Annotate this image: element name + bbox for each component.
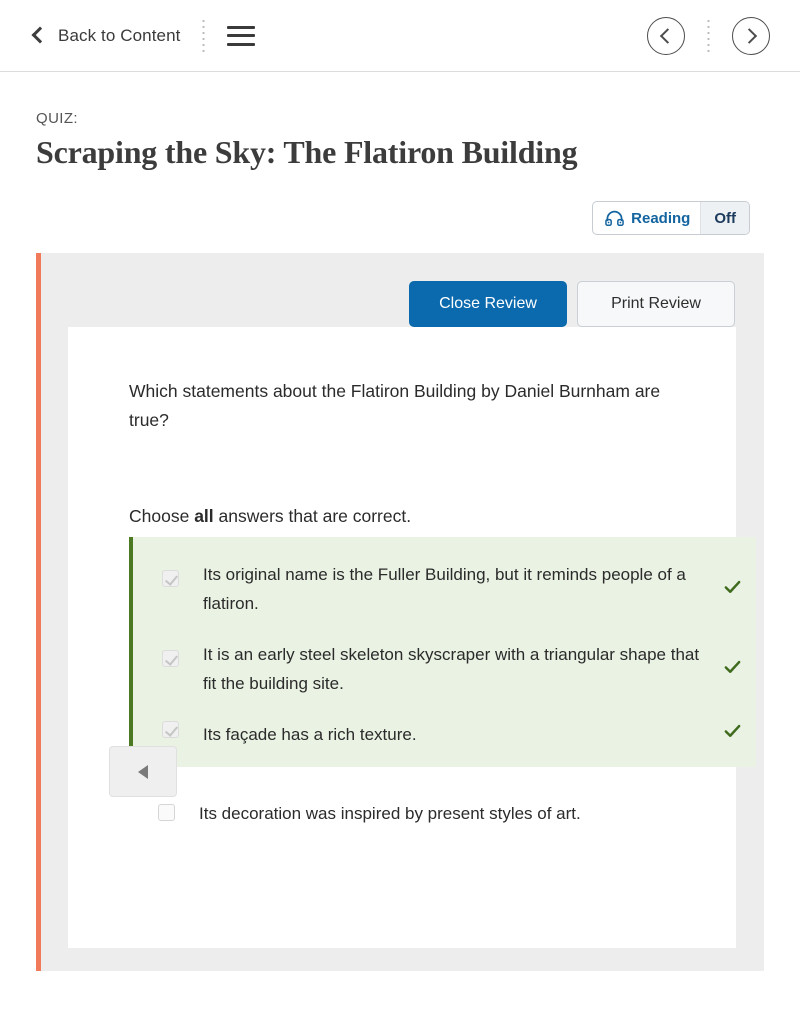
triangle-left-icon (138, 764, 148, 779)
chevron-left-icon (30, 25, 46, 47)
hamburger-line (227, 34, 256, 37)
dotted-divider (707, 17, 710, 54)
question-instruction: Choose all answers that are correct. (129, 506, 411, 527)
correct-answers-group: Its original name is the Fuller Building… (129, 537, 756, 767)
answer-option-label: Its original name is the Fuller Building… (203, 565, 686, 613)
answer-option[interactable]: It is an early steel skeleton skyscraper… (133, 627, 756, 707)
instruction-suffix: answers that are correct. (213, 506, 412, 526)
answer-option-label: Its façade has a rich texture. (203, 725, 417, 744)
correct-check-icon (723, 578, 742, 597)
topbar-left-group: Back to Content (30, 17, 256, 54)
question-card: Which statements about the Flatiron Buil… (68, 327, 756, 948)
answer-option[interactable]: Its façade has a rich texture. (133, 707, 756, 755)
review-container: Close Review Print Review Which statemen… (36, 253, 764, 971)
correct-check-icon (723, 658, 742, 677)
correct-check-icon (723, 722, 742, 741)
circle-chevron-right-icon[interactable] (732, 16, 770, 55)
answer-options-list: Its original name is the Fuller Building… (129, 537, 756, 837)
answer-option[interactable]: Its original name is the Fuller Building… (133, 547, 756, 627)
topbar-right-group (647, 16, 770, 55)
print-review-button[interactable]: Print Review (577, 281, 735, 327)
answer-checkbox-checked[interactable] (162, 721, 179, 738)
circle-chevron-left-icon[interactable] (647, 16, 685, 55)
headphones-icon (605, 210, 624, 226)
close-review-button[interactable]: Close Review (409, 281, 567, 327)
reading-toggle-on-side[interactable]: Reading (593, 202, 700, 234)
previous-question-button[interactable] (109, 746, 177, 797)
reading-toggle[interactable]: Reading Off (592, 201, 750, 235)
question-prompt: Which statements about the Flatiron Buil… (129, 381, 661, 430)
back-to-content-button[interactable]: Back to Content (30, 25, 180, 47)
page-title: Scraping the Sky: The Flatiron Building (36, 134, 578, 170)
answer-checkbox-checked[interactable] (162, 650, 179, 667)
reading-toggle-state[interactable]: Off (700, 202, 749, 234)
instruction-prefix: Choose (129, 506, 195, 526)
hamburger-menu-icon[interactable] (227, 25, 256, 46)
review-action-row: Close Review Print Review (409, 281, 735, 327)
answer-option-label: Its decoration was inspired by present s… (199, 804, 581, 823)
answer-option-label: It is an early steel skeleton skyscraper… (203, 645, 700, 693)
reading-toggle-label: Reading (631, 209, 691, 227)
back-to-content-label: Back to Content (58, 25, 181, 45)
answer-option[interactable]: Its decoration was inspired by present s… (129, 787, 699, 837)
answer-checkbox-unchecked[interactable] (158, 804, 175, 821)
hamburger-line (227, 25, 256, 29)
dotted-divider (202, 17, 206, 54)
answer-checkbox-checked[interactable] (162, 570, 179, 587)
quiz-review-page: Back to Content QUIZ: Scraping the Sky: … (0, 0, 800, 1033)
top-navigation-bar: Back to Content (0, 0, 800, 72)
quiz-kicker-label: QUIZ: (36, 110, 78, 127)
instruction-emphasis: all (194, 506, 214, 526)
hamburger-line (227, 42, 256, 46)
